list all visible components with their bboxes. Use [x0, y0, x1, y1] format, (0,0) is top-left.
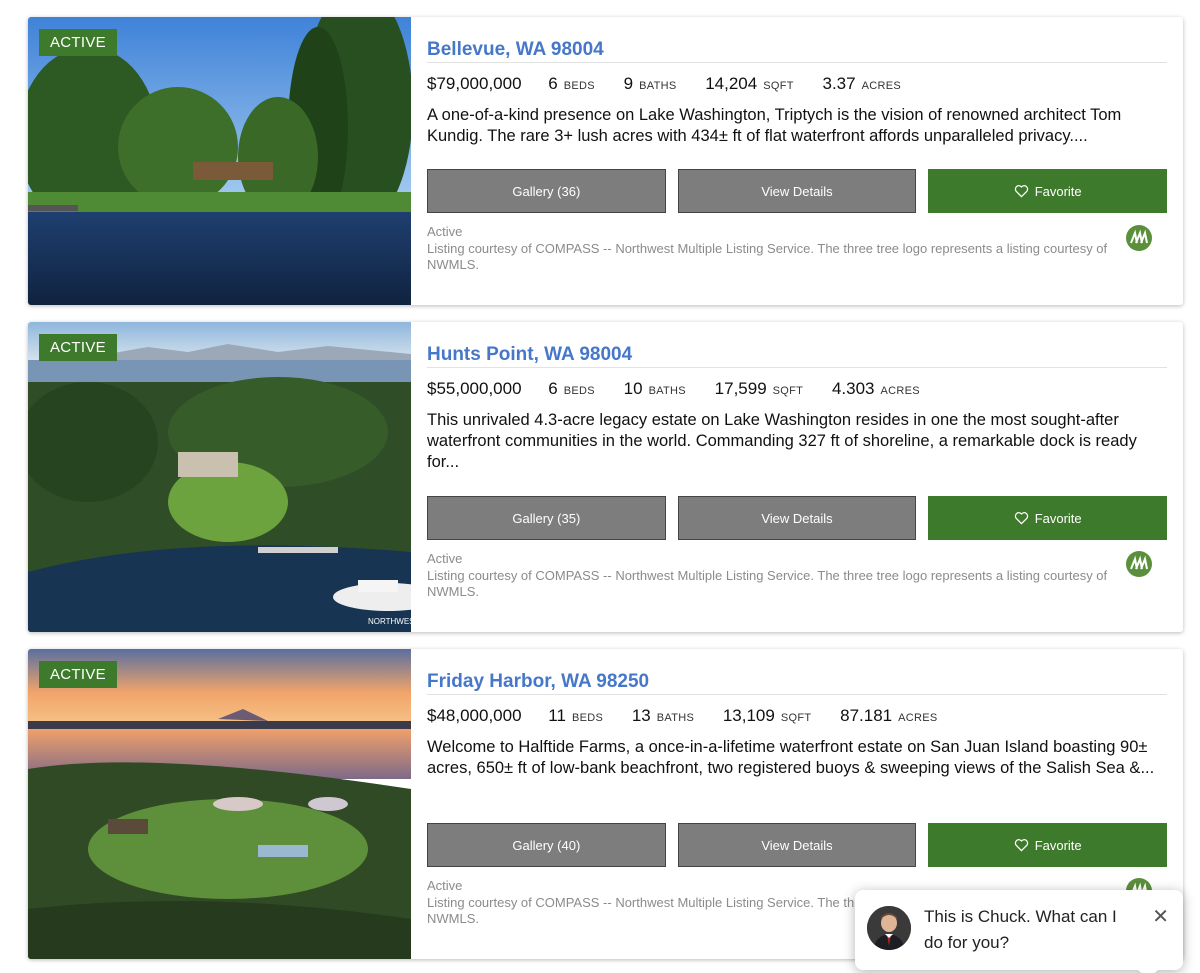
baths-value: 13 — [631, 706, 651, 725]
listing-photo-image — [28, 17, 411, 305]
listing-description: A one-of-a-kind presence on Lake Washing… — [427, 106, 1122, 145]
heart-icon — [1014, 839, 1028, 852]
acres-value: 87.181 — [840, 706, 893, 725]
sqft-unit: SQFT — [772, 385, 804, 397]
beds-unit: BEDS — [563, 80, 595, 92]
close-icon[interactable]: ✕ — [1152, 904, 1169, 929]
listing-card: ACTIVE Bellevue, WA 98004 $79,000,000 6B… — [28, 17, 1183, 305]
sqft-unit: SQFT — [780, 712, 812, 724]
sqft-value: 14,204 — [705, 74, 758, 93]
status-badge: ACTIVE — [39, 661, 117, 688]
listing-status: Active — [427, 224, 463, 239]
baths-value: 9 — [623, 74, 634, 93]
price: $79,000,000 — [427, 74, 522, 93]
view-details-button[interactable]: View Details — [677, 823, 917, 867]
listing-photo-image: NORTHWES — [28, 322, 411, 632]
favorite-label: Favorite — [1034, 510, 1082, 526]
listing-content: Friday Harbor, WA 98250 $48,000,000 11 BE… — [427, 649, 1168, 926]
acres-unit: ACRES — [861, 80, 901, 92]
chat-popup[interactable]: This is Chuck. What can I do for you? ✕ — [855, 890, 1183, 973]
baths-value: 10 — [623, 379, 643, 398]
beds-value: 11 — [548, 706, 566, 725]
listing-description: This unrivaled 4.3-acre legacy estate on… — [427, 411, 1137, 471]
listing-photo[interactable]: ACTIVE — [28, 17, 411, 305]
agent-avatar — [867, 906, 911, 950]
chat-tail — [1138, 960, 1158, 973]
chat-message: This is Chuck. What can I do for you? — [924, 907, 1117, 952]
listing-card: NORTHWES ACTIVE Hunts Point, WA 98004 $5… — [28, 322, 1183, 632]
listing-description: Welcome to Halftide Farms, a once-in-a-l… — [427, 738, 1155, 777]
baths-unit: BATHS — [648, 385, 686, 397]
listing-courtesy: Listing courtesy of COMPASS -- Northwest… — [427, 240, 1108, 273]
beds-value: 6 — [548, 379, 558, 398]
favorite-label: Favorite — [1034, 183, 1082, 199]
status-badge: ACTIVE — [39, 334, 117, 361]
status-badge: ACTIVE — [39, 29, 117, 56]
listing-photo-image — [28, 649, 411, 959]
listing-stats: $55,000,000 6 BEDS 10 BATHS 17,599 SQFT 4.3… — [427, 379, 1167, 399]
baths-unit: BATHS — [656, 712, 695, 724]
listing-actions: Gallery (36) View Details Favorite — [427, 169, 1168, 213]
beds-value: 6 — [548, 74, 558, 93]
acres-unit: ACRES — [880, 385, 920, 397]
listing-address-link[interactable]: Hunts Point, WA 98004 — [427, 322, 1167, 368]
listing-status-block: Active Listing courtesy of COMPASS -- No… — [427, 224, 1117, 274]
beds-unit: BEDS — [571, 712, 604, 724]
gallery-button[interactable]: Gallery (36) — [427, 169, 666, 213]
beds-unit: BEDS — [563, 385, 595, 397]
favorite-button[interactable]: Favorite — [928, 496, 1168, 540]
favorite-button[interactable]: Favorite — [928, 823, 1168, 867]
listing-content: Hunts Point, WA 98004 $55,000,000 6 BEDS … — [427, 322, 1168, 599]
listing-address-link[interactable]: Bellevue, WA 98004 — [427, 17, 1167, 63]
listing-stats: $79,000,000 6 BEDS 9 BATHS 14,204 SQFT 3.37… — [427, 74, 1167, 94]
price: $48,000,000 — [427, 706, 522, 725]
listing-photo[interactable]: ACTIVE — [28, 649, 411, 959]
listing-actions: Gallery (40) View Details Favorite — [427, 823, 1168, 867]
gallery-button[interactable]: Gallery (40) — [427, 823, 666, 867]
favorite-label: Favorite — [1034, 837, 1082, 853]
baths-unit: BATHS — [639, 80, 677, 92]
nwmls-three-tree-logo — [1126, 551, 1152, 577]
listing-address-link[interactable]: Friday Harbor, WA 98250 — [427, 649, 1167, 695]
sqft-value: 13,109 — [722, 706, 775, 725]
heart-icon — [1014, 185, 1028, 198]
listing-photo[interactable]: NORTHWES ACTIVE — [28, 322, 411, 632]
listing-content: Bellevue, WA 98004 $79,000,000 6 BEDS 9 BA… — [427, 17, 1168, 272]
listing-status-block: Active Listing courtesy of COMPASS -- No… — [427, 551, 1117, 601]
view-details-button[interactable]: View Details — [677, 169, 917, 213]
photo-watermark: NORTHWES — [368, 617, 411, 626]
price: $55,000,000 — [427, 379, 522, 398]
listing-actions: Gallery (35) View Details Favorite — [427, 496, 1168, 540]
listing-stats: $48,000,000 11 BEDS 13 BATHS 13,109 SQFT 87… — [427, 706, 1167, 726]
acres-unit: ACRES — [898, 712, 938, 724]
view-details-button[interactable]: View Details — [677, 496, 917, 540]
sqft-value: 17,599 — [714, 379, 767, 398]
acres-value: 4.303 — [831, 379, 875, 398]
listing-status: Active — [427, 551, 463, 566]
listing-courtesy: Listing courtesy of COMPASS -- Northwest… — [427, 567, 1108, 600]
nwmls-three-tree-logo — [1126, 225, 1152, 251]
gallery-button[interactable]: Gallery (35) — [427, 496, 666, 540]
heart-icon — [1014, 512, 1028, 525]
sqft-unit: SQFT — [763, 80, 794, 92]
acres-value: 3.37 — [822, 74, 856, 93]
favorite-button[interactable]: Favorite — [928, 169, 1168, 213]
